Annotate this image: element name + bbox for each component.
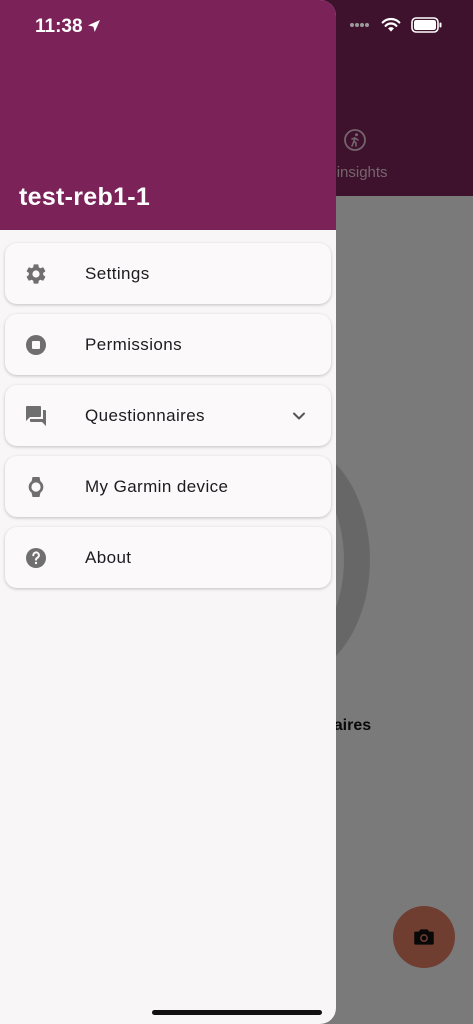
chevron-down-icon[interactable] bbox=[289, 406, 309, 426]
menu-label: Questionnaires bbox=[85, 405, 205, 425]
status-indicators bbox=[349, 17, 443, 33]
battery-icon bbox=[411, 17, 442, 33]
location-arrow-icon bbox=[88, 20, 100, 32]
watch-icon bbox=[24, 475, 48, 499]
signal-icon bbox=[350, 23, 369, 27]
status-time: 11:38 bbox=[35, 16, 83, 37]
menu-item-settings[interactable]: Settings bbox=[5, 243, 331, 304]
menu-label: Settings bbox=[85, 263, 150, 283]
help-circle-icon bbox=[24, 546, 48, 570]
menu-label: My Garmin device bbox=[85, 476, 229, 496]
wifi-icon bbox=[381, 17, 401, 32]
menu-item-questionnaires[interactable]: Questionnaires bbox=[5, 385, 331, 446]
gear-icon bbox=[24, 262, 48, 286]
menu-label: About bbox=[85, 547, 132, 567]
home-indicator[interactable] bbox=[152, 1010, 322, 1015]
menu-item-permissions[interactable]: Permissions bbox=[5, 314, 331, 375]
menu-item-about[interactable]: About bbox=[5, 527, 331, 588]
menu-label: Permissions bbox=[85, 334, 182, 354]
menu-item-garmin-device[interactable]: My Garmin device bbox=[5, 456, 331, 517]
drawer-menu: Settings Permissions Questionnaires My G… bbox=[0, 230, 336, 588]
navigation-drawer: test-reb1-1 Settings Permissions Questio… bbox=[0, 0, 336, 1024]
account-name: test-reb1-1 bbox=[19, 183, 151, 211]
app-screen: ealth insights on yet ionnaires 11:38 bbox=[0, 0, 473, 1024]
chat-bubbles-icon bbox=[24, 404, 48, 428]
stop-circle-icon bbox=[24, 333, 48, 357]
